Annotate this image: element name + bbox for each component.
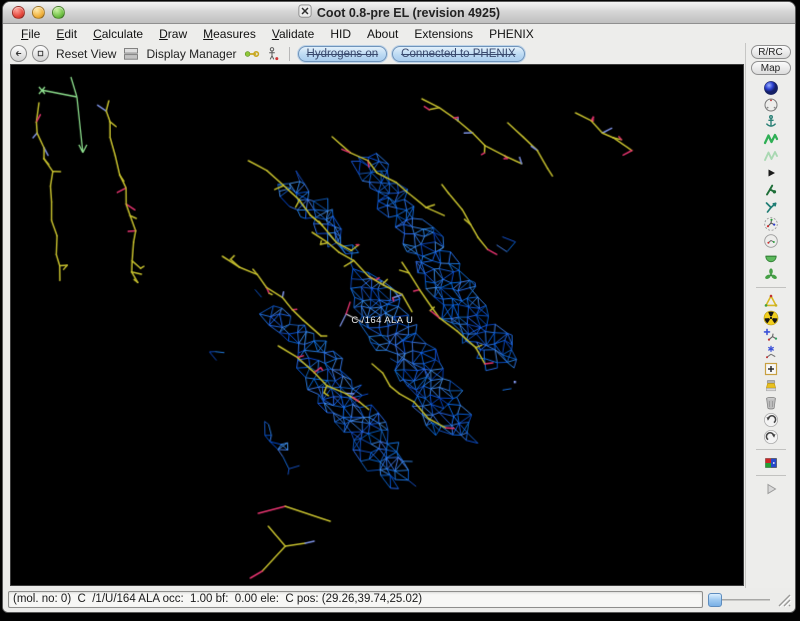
- hydrogens-toggle-button[interactable]: Hydrogens on: [298, 46, 388, 62]
- delete-item-icon[interactable]: [760, 394, 782, 411]
- auto-fit-rotamer-icon[interactable]: [760, 215, 782, 232]
- undo-icon[interactable]: [760, 411, 782, 428]
- display-manager-icon[interactable]: [123, 46, 139, 62]
- close-button[interactable]: [12, 6, 25, 19]
- traffic-lights: [12, 6, 65, 19]
- add-terminal-residue-icon[interactable]: [760, 292, 782, 309]
- menu-extensions[interactable]: Extensions: [406, 26, 481, 42]
- edit-chi-angles-icon[interactable]: [760, 249, 782, 266]
- scrollbar-thumb[interactable]: [708, 593, 722, 607]
- display-manager-button[interactable]: Display Manager: [144, 47, 238, 61]
- add-alt-conf-icon[interactable]: [760, 326, 782, 343]
- minimize-button[interactable]: [32, 6, 45, 19]
- menu-calculate[interactable]: Calculate: [85, 26, 151, 42]
- menu-phenix[interactable]: PHENIX: [481, 26, 542, 42]
- real-space-refine-zone-icon[interactable]: [760, 130, 782, 147]
- menu-hid[interactable]: HID: [322, 26, 359, 42]
- play-icon[interactable]: [760, 480, 782, 497]
- main-toolbar: Reset View Display Manager Hydrogens on …: [3, 43, 745, 64]
- right-toolbar: R/RC Map: [745, 43, 795, 588]
- status-text: (mol. no: 0) C /1/U/164 ALA occ: 1.00 bf…: [8, 591, 703, 608]
- coot-window: Coot 0.8-pre EL (revision 4925) FileEdit…: [2, 1, 796, 613]
- blue-sphere-icon[interactable]: [760, 79, 782, 96]
- pointer-triangle-icon[interactable]: [760, 164, 782, 181]
- window-title: Coot 0.8-pre EL (revision 4925): [298, 4, 500, 21]
- menu-validate[interactable]: Validate: [264, 26, 323, 42]
- x11-icon: [298, 4, 312, 21]
- toolbar-separator: [756, 449, 786, 450]
- phenix-connection-button[interactable]: Connected to PHENIX: [392, 46, 524, 62]
- anchor-icon[interactable]: [760, 113, 782, 130]
- gl-canvas-area[interactable]: C /164 ALA U: [10, 64, 744, 586]
- toolbar-separator: [756, 475, 786, 476]
- rotate-translate-icon[interactable]: [760, 198, 782, 215]
- redo-icon[interactable]: [760, 428, 782, 445]
- menu-about[interactable]: About: [359, 26, 406, 42]
- menu-measures[interactable]: Measures: [195, 26, 264, 42]
- window-title-text: Coot 0.8-pre EL (revision 4925): [317, 6, 500, 20]
- fill-partial-residue-icon[interactable]: [760, 377, 782, 394]
- mini-scrollbar[interactable]: [708, 592, 770, 607]
- rotamer-selection-icon[interactable]: [760, 232, 782, 249]
- square-icon: [34, 47, 47, 60]
- status-bar: (mol. no: 0) C /1/U/164 ALA occ: 1.00 bf…: [3, 588, 795, 612]
- rrc-button[interactable]: R/RC: [751, 45, 791, 59]
- torsion-general-icon[interactable]: [760, 266, 782, 283]
- figure-icon[interactable]: [265, 46, 281, 62]
- menu-file[interactable]: File: [13, 26, 48, 42]
- regularize-zone-icon[interactable]: [760, 147, 782, 164]
- map-button[interactable]: Map: [751, 61, 791, 75]
- place-atom-icon[interactable]: [760, 343, 782, 360]
- recentre-button[interactable]: [32, 45, 49, 62]
- arrow-left-icon: [12, 47, 25, 60]
- resize-grip[interactable]: [775, 591, 792, 608]
- scrollbar-track[interactable]: [722, 599, 770, 601]
- back-view-button[interactable]: [10, 45, 27, 62]
- menu-bar: FileEditCalculateDrawMeasuresValidateHID…: [3, 24, 795, 43]
- radiation-icon[interactable]: [760, 309, 782, 326]
- pointer-atom-square-icon[interactable]: [760, 360, 782, 377]
- toolbar-separator: [756, 287, 786, 288]
- reset-view-button[interactable]: Reset View: [54, 47, 118, 61]
- run-refmac-flag-icon[interactable]: [760, 454, 782, 471]
- rigid-body-fit-icon[interactable]: [760, 181, 782, 198]
- dotted-circle-icon[interactable]: [760, 96, 782, 113]
- key-icon[interactable]: [244, 46, 260, 62]
- menu-edit[interactable]: Edit: [48, 26, 85, 42]
- menu-draw[interactable]: Draw: [151, 26, 195, 42]
- zoom-button[interactable]: [52, 6, 65, 19]
- title-bar[interactable]: Coot 0.8-pre EL (revision 4925): [3, 2, 795, 24]
- atom-label: C /164 ALA U: [351, 315, 413, 326]
- toolbar-separator: [289, 47, 290, 61]
